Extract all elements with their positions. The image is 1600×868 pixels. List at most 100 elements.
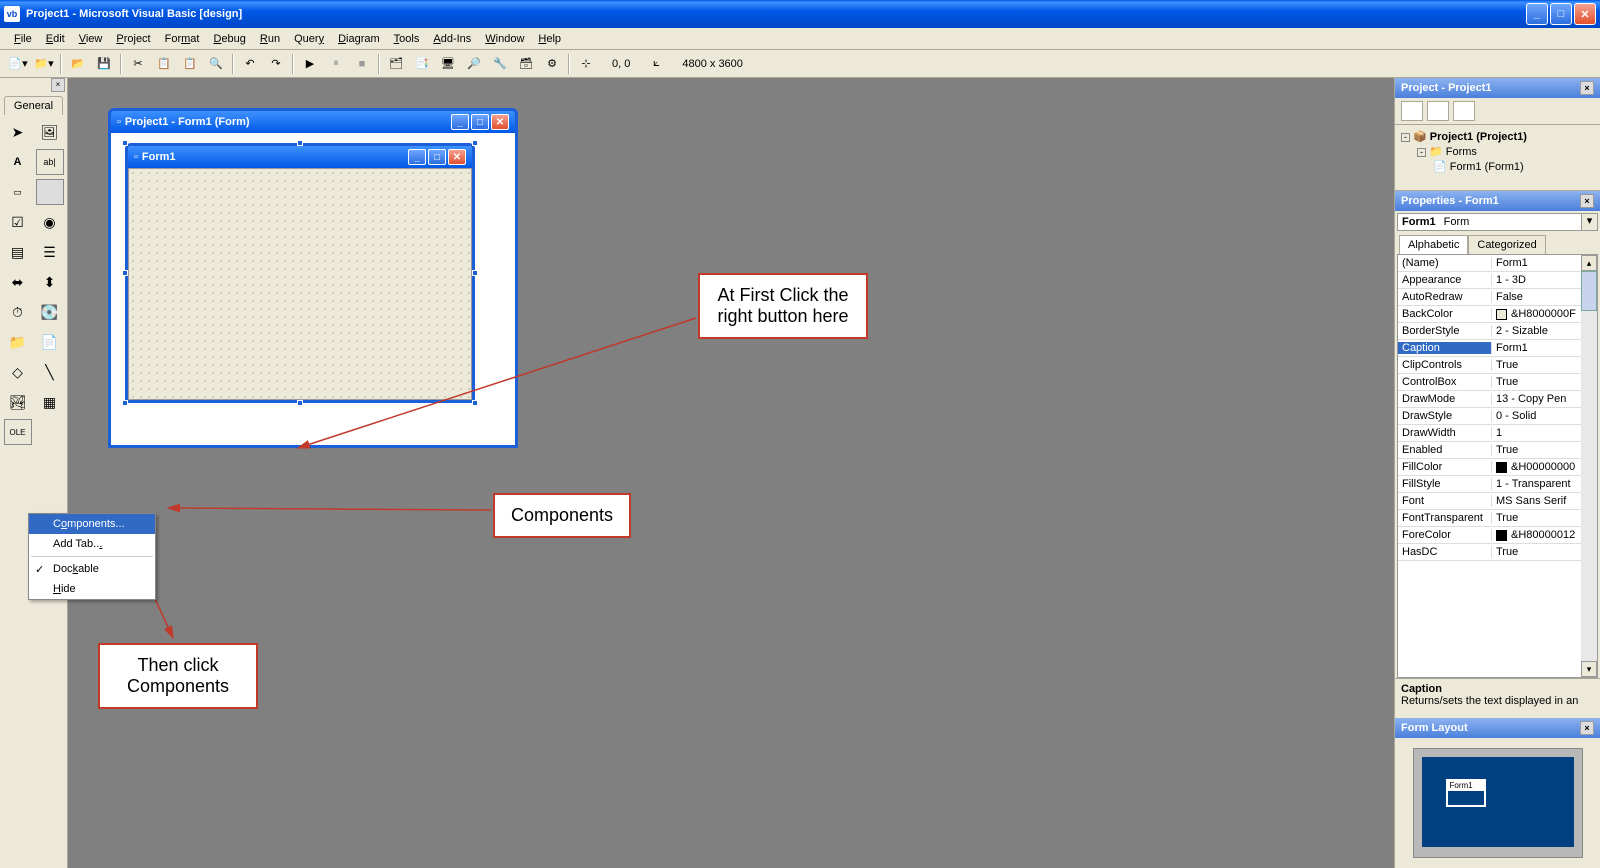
prop-row-hasdc[interactable]: HasDCTrue — [1398, 544, 1597, 561]
image-tool[interactable]: 🏞 — [4, 389, 32, 415]
properties-grid[interactable]: (Name)Form1Appearance1 - 3DAutoRedrawFal… — [1397, 254, 1598, 678]
combobox-tool[interactable]: ▤ — [4, 239, 32, 265]
prop-row-fillcolor[interactable]: FillColor&H00000000 — [1398, 459, 1597, 476]
menu-window[interactable]: Window — [479, 31, 530, 47]
pointer-tool[interactable]: ➤ — [4, 119, 32, 145]
add-project-dropdown[interactable]: 📁▾ — [32, 52, 56, 76]
maximize-button[interactable]: □ — [1550, 3, 1572, 25]
break-button[interactable]: ⏸ — [324, 52, 348, 76]
find-button[interactable]: 🔍 — [204, 52, 228, 76]
undo-button[interactable]: ↶ — [238, 52, 262, 76]
prop-row-fonttransparent[interactable]: FontTransparentTrue — [1398, 510, 1597, 527]
mdi-client-area[interactable]: ▫ Project1 - Form1 (Form) _ □ ✕ ▫ Form1 — [68, 78, 1394, 868]
prop-row-backcolor[interactable]: BackColor&H8000000F — [1398, 306, 1597, 323]
prop-tab-categorized[interactable]: Categorized — [1468, 235, 1545, 254]
prop-row-name[interactable]: (Name)Form1 — [1398, 255, 1597, 272]
prop-row-autoredraw[interactable]: AutoRedrawFalse — [1398, 289, 1597, 306]
open-button[interactable]: 📂 — [66, 52, 90, 76]
prop-row-drawwidth[interactable]: DrawWidth1 — [1398, 425, 1597, 442]
toolbox-close-button[interactable]: × — [51, 78, 65, 92]
toolbox-button[interactable]: 🔧 — [488, 52, 512, 76]
ctx-components[interactable]: Components... — [29, 514, 155, 534]
prop-row-drawmode[interactable]: DrawMode13 - Copy Pen — [1398, 391, 1597, 408]
prop-row-caption[interactable]: CaptionForm1 — [1398, 340, 1597, 357]
checkbox-tool[interactable]: ☑ — [4, 209, 32, 235]
form-layout-close[interactable]: × — [1580, 721, 1594, 735]
prop-row-appearance[interactable]: Appearance1 - 3D — [1398, 272, 1597, 289]
menu-project[interactable]: Project — [110, 31, 156, 47]
resize-handle[interactable] — [472, 400, 478, 406]
view-object-button[interactable] — [1427, 101, 1449, 121]
form-designer-window[interactable]: ▫ Project1 - Form1 (Form) _ □ ✕ ▫ Form1 — [108, 108, 518, 448]
object-browser-button[interactable]: 🔎 — [462, 52, 486, 76]
forms-folder-node[interactable]: Forms — [1446, 146, 1477, 158]
form-layout-form[interactable]: Form1 — [1446, 779, 1486, 807]
properties-panel-close[interactable]: × — [1580, 194, 1594, 208]
start-button[interactable]: ▶ — [298, 52, 322, 76]
data-view-button[interactable]: 🗃 — [514, 52, 538, 76]
menu-debug[interactable]: Debug — [207, 31, 251, 47]
prop-row-forecolor[interactable]: ForeColor&H80000012 — [1398, 527, 1597, 544]
designer-close[interactable]: ✕ — [491, 114, 509, 130]
menu-diagram[interactable]: Diagram — [332, 31, 386, 47]
prop-row-borderstyle[interactable]: BorderStyle2 - Sizable — [1398, 323, 1597, 340]
vscrollbar-tool[interactable]: ⬍ — [36, 269, 64, 295]
hscrollbar-tool[interactable]: ⬌ — [4, 269, 32, 295]
prop-row-controlbox[interactable]: ControlBoxTrue — [1398, 374, 1597, 391]
form1-design-surface[interactable]: ▫ Form1 _ □ ✕ — [125, 143, 475, 403]
shape-tool[interactable]: ◇ — [4, 359, 32, 385]
properties-panel-title[interactable]: Properties - Form1 × — [1395, 191, 1600, 211]
line-tool[interactable]: ╲ — [36, 359, 64, 385]
form-layout-title[interactable]: Form Layout × — [1395, 718, 1600, 738]
menu-edit[interactable]: Edit — [40, 31, 71, 47]
object-selector-dropdown[interactable]: ▾ — [1581, 214, 1597, 230]
project-tree[interactable]: -📦 Project1 (Project1) -📁 Forms 📄 Form1 … — [1395, 125, 1600, 191]
project-root-node[interactable]: Project1 (Project1) — [1430, 131, 1527, 143]
toolbox-general-tab[interactable]: General — [4, 96, 63, 115]
designer-titlebar[interactable]: ▫ Project1 - Form1 (Form) _ □ ✕ — [111, 111, 515, 133]
designer-maximize[interactable]: □ — [471, 114, 489, 130]
prop-row-clipcontrols[interactable]: ClipControlsTrue — [1398, 357, 1597, 374]
resize-handle[interactable] — [472, 140, 478, 146]
ctx-dockable[interactable]: ✓Dockable — [29, 559, 155, 579]
menu-run[interactable]: Run — [254, 31, 286, 47]
data-tool[interactable]: ▦ — [36, 389, 64, 415]
optionbutton-tool[interactable]: ◉ — [36, 209, 64, 235]
form-layout-button[interactable]: 🖥 — [436, 52, 460, 76]
copy-button[interactable]: 📋 — [152, 52, 176, 76]
menu-format[interactable]: Format — [159, 31, 206, 47]
scroll-down-button[interactable]: ▾ — [1581, 661, 1597, 677]
resize-handle[interactable] — [297, 140, 303, 146]
prop-row-enabled[interactable]: EnabledTrue — [1398, 442, 1597, 459]
form-layout-body[interactable]: Form1 — [1395, 738, 1600, 868]
commandbutton-tool[interactable] — [36, 179, 64, 205]
redo-button[interactable]: ↷ — [264, 52, 288, 76]
menu-query[interactable]: Query — [288, 31, 330, 47]
menu-add-ins[interactable]: Add-Ins — [427, 31, 477, 47]
toggle-folders-button[interactable] — [1453, 101, 1475, 121]
label-tool[interactable]: A — [4, 149, 32, 175]
ole-tool[interactable]: OLE — [4, 419, 32, 445]
frame-tool[interactable]: ▭ — [4, 179, 32, 205]
object-selector[interactable]: Form1 Form ▾ — [1397, 213, 1598, 231]
menu-tools[interactable]: Tools — [388, 31, 426, 47]
resize-handle[interactable] — [122, 140, 128, 146]
listbox-tool[interactable]: ☰ — [36, 239, 64, 265]
menu-help[interactable]: Help — [532, 31, 567, 47]
close-button[interactable]: ✕ — [1574, 3, 1596, 25]
resize-handle[interactable] — [122, 400, 128, 406]
ctx-addtab[interactable]: Add Tab... — [29, 534, 155, 554]
resize-handle[interactable] — [297, 400, 303, 406]
cut-button[interactable]: ✂ — [126, 52, 150, 76]
form-node[interactable]: Form1 (Form1) — [1450, 161, 1524, 173]
end-button[interactable]: ■ — [350, 52, 374, 76]
properties-button[interactable]: 📑 — [410, 52, 434, 76]
scroll-thumb[interactable] — [1581, 271, 1597, 311]
designer-minimize[interactable]: _ — [451, 114, 469, 130]
view-code-button[interactable] — [1401, 101, 1423, 121]
picturebox-tool[interactable]: 🖼 — [36, 119, 64, 145]
minimize-button[interactable]: _ — [1526, 3, 1548, 25]
resize-handle[interactable] — [122, 270, 128, 276]
prop-row-drawstyle[interactable]: DrawStyle0 - Solid — [1398, 408, 1597, 425]
ctx-hide[interactable]: Hide — [29, 579, 155, 599]
